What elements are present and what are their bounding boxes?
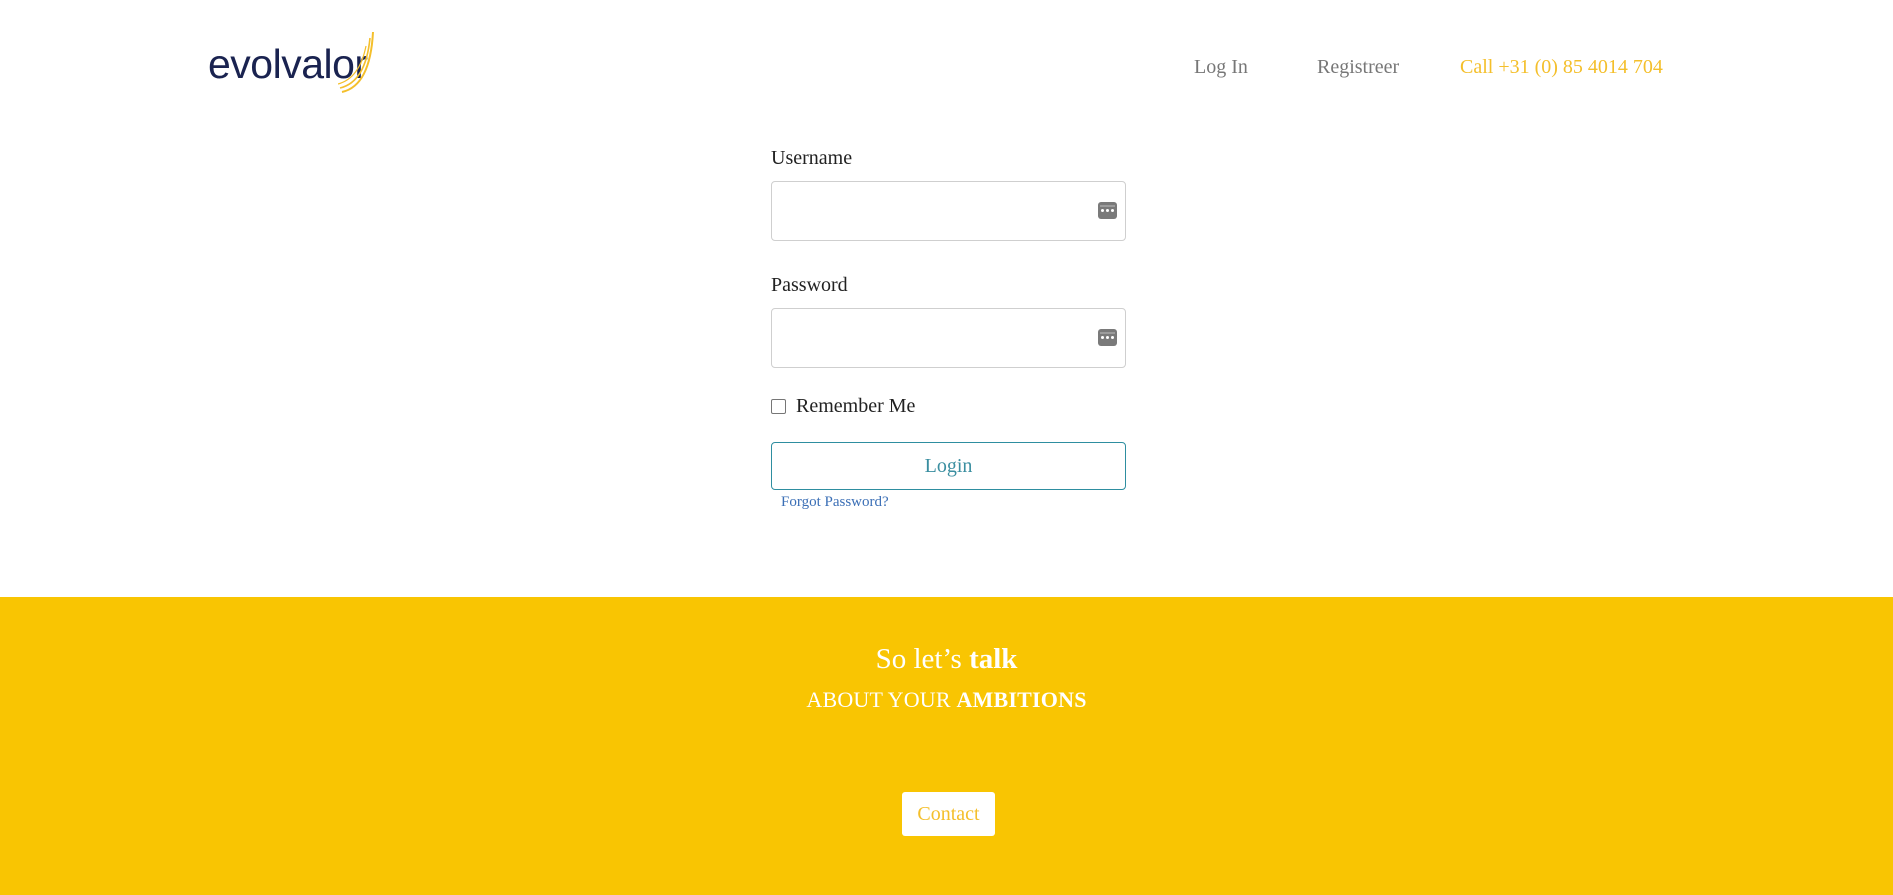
cta-subtitle-bold: AMBITIONS (956, 687, 1087, 712)
username-input[interactable] (771, 181, 1126, 241)
cta-subtitle: ABOUT YOUR AMBITIONS (0, 686, 1893, 714)
username-field-wrapper (771, 181, 1126, 241)
remember-me-checkbox[interactable] (771, 398, 786, 414)
cta-title-normal: So let’s (875, 643, 970, 675)
top-nav: Log In Registreer Call +31 (0) 85 4014 7… (0, 56, 1893, 84)
cta-title: So let’s talk (0, 641, 1893, 677)
login-form: Username Password Remember Me Login Forg… (771, 144, 1126, 511)
remember-me-row: Remember Me (771, 392, 1126, 420)
password-manager-key-icon[interactable] (1098, 202, 1117, 219)
remember-me-label[interactable]: Remember Me (796, 395, 915, 418)
contact-cta-section: So let’s talk ABOUT YOUR AMBITIONS Conta… (0, 597, 1893, 895)
cta-subtitle-normal: ABOUT YOUR (806, 687, 957, 712)
nav-call-link[interactable]: Call +31 (0) 85 4014 704 (1460, 56, 1663, 79)
password-manager-key-icon[interactable] (1098, 329, 1117, 346)
contact-button[interactable]: Contact (902, 792, 995, 836)
site-header: evolvalor Log In Registreer Call +31 (0)… (0, 0, 1893, 120)
nav-login-link[interactable]: Log In (1194, 56, 1248, 79)
forgot-password-link[interactable]: Forgot Password? (781, 494, 1126, 511)
login-button[interactable]: Login (771, 442, 1126, 490)
password-input[interactable] (771, 308, 1126, 368)
password-label: Password (771, 274, 848, 296)
nav-register-link[interactable]: Registreer (1317, 56, 1399, 79)
cta-title-bold: talk (969, 643, 1018, 675)
username-label: Username (771, 147, 853, 169)
password-field-wrapper (771, 308, 1126, 368)
